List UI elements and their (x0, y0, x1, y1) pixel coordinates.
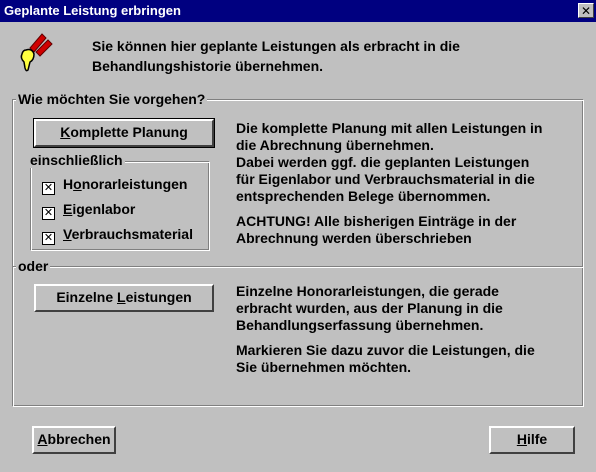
single-services-button[interactable]: Einzelne Leistungen (34, 284, 214, 312)
option-eigenlabor[interactable]: ✕ Eigenlabor (42, 199, 135, 220)
complete-description: Die komplette Planung mit allen Leistung… (236, 120, 543, 246)
honorar-checkbox[interactable]: ✕ (42, 182, 55, 195)
check-icon: ✕ (43, 182, 54, 194)
header-line-1: Sie können hier geplante Leistungen als … (92, 38, 460, 54)
dental-tools-icon (20, 33, 53, 72)
check-icon: ✕ (43, 207, 54, 219)
header-line-2: Behandlungshistorie übernehmen. (92, 58, 324, 74)
verbrauch-checkbox[interactable]: ✕ (42, 232, 55, 245)
oder-label: oder (16, 258, 51, 274)
cancel-button[interactable]: Abbrechen (32, 426, 116, 454)
procedure-group-label: Wie möchten Sie vorgehen? (16, 91, 208, 107)
eigenlabor-checkbox[interactable]: ✕ (42, 207, 55, 220)
complete-planning-button[interactable]: Komplette Planung (33, 118, 215, 148)
option-verbrauchsmaterial[interactable]: ✕ Verbrauchsmaterial (42, 224, 193, 245)
check-icon: ✕ (43, 232, 54, 244)
oder-separator (13, 266, 583, 268)
option-honorarleistungen[interactable]: ✕ Honorarleistungen (42, 174, 187, 195)
single-description: Einzelne Honorarleistungen, die gerade e… (236, 283, 535, 375)
title-bar: Geplante Leistung erbringen ✕ (0, 0, 596, 22)
help-button[interactable]: Hilfe (489, 426, 575, 454)
close-button[interactable]: ✕ (578, 3, 594, 18)
close-icon: ✕ (580, 4, 592, 18)
header-message: Sie können hier geplante Leistungen als … (92, 36, 572, 76)
include-group-label: einschließlich (28, 152, 125, 168)
window-title: Geplante Leistung erbringen (4, 3, 181, 18)
